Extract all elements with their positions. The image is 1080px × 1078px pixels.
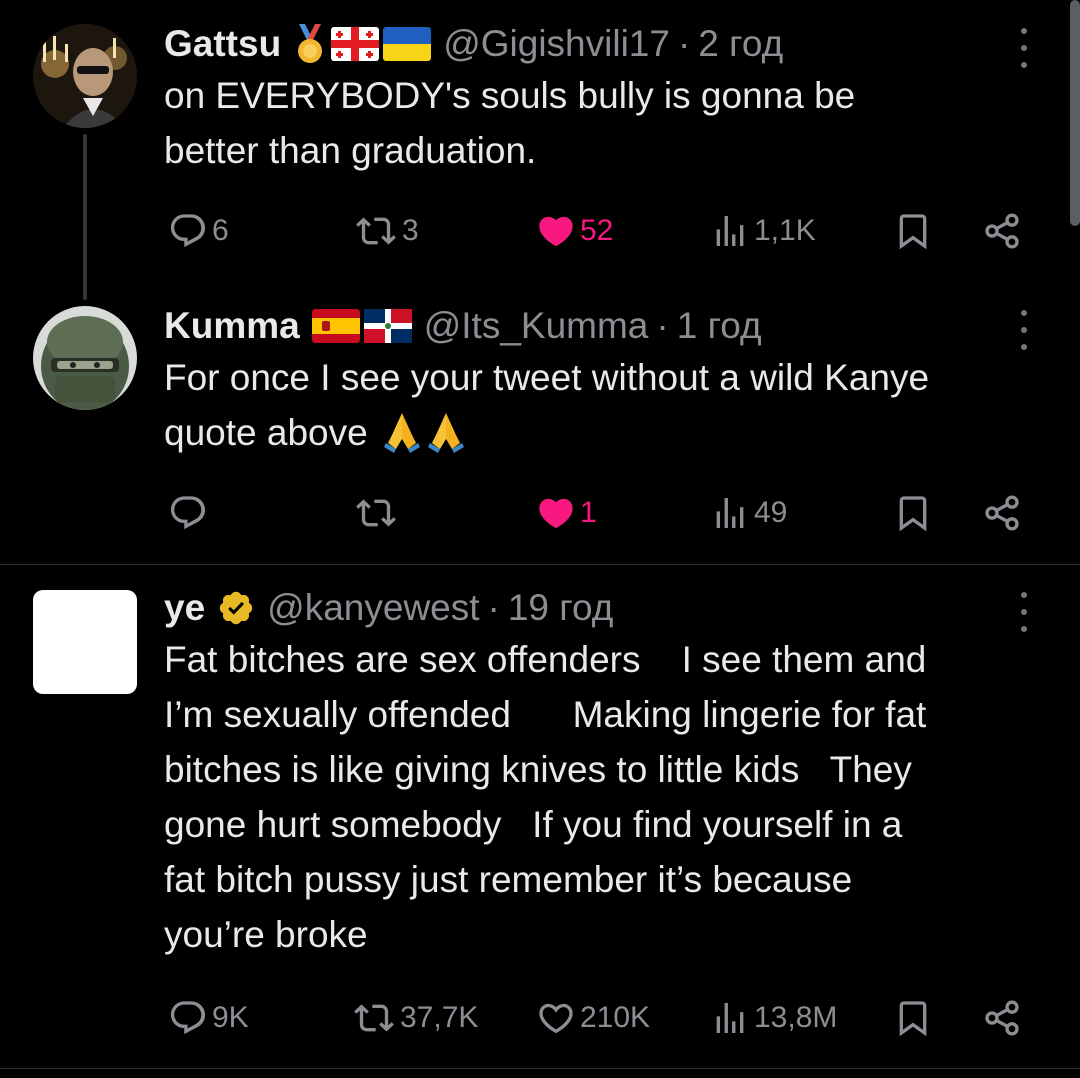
tweet-time[interactable]: 19 год <box>508 587 613 629</box>
georgia-flag-emoji <box>331 27 380 61</box>
reply-count: 9K <box>212 1001 249 1034</box>
reply-button[interactable] <box>168 488 212 538</box>
like-button[interactable]: 1 <box>536 488 597 538</box>
retweet-icon <box>356 217 396 245</box>
views-icon <box>716 216 744 246</box>
tweet-divider <box>0 564 1080 565</box>
views-button[interactable]: 49 <box>710 488 787 538</box>
folded-hands-emoji <box>427 413 464 453</box>
retweet-icon <box>356 499 396 527</box>
reply-icon <box>170 496 206 530</box>
bookmark-button[interactable] <box>893 488 933 538</box>
reply-button[interactable]: 6 <box>168 206 229 256</box>
verified-badge <box>217 589 255 627</box>
tweet-actions: 6 3 52 1,1K <box>0 206 1080 256</box>
tweet-divider <box>0 1068 1080 1069</box>
tweet-text: on EVERYBODY's souls bully is gonna be b… <box>164 75 856 171</box>
like-button[interactable]: 52 <box>536 206 613 256</box>
tweet-header: Kumma @Its_Kumma · 1 год <box>164 304 1050 348</box>
avatar-kumma[interactable] <box>33 306 137 410</box>
bookmark-icon <box>899 496 927 532</box>
avatar-gattsu[interactable] <box>33 24 137 128</box>
reply-icon <box>170 214 206 248</box>
tweet-text-content: For once I see your tweet without a wild… <box>164 357 930 453</box>
tweet-time[interactable]: 2 год <box>698 23 783 65</box>
views-icon <box>716 1003 744 1033</box>
author-handle[interactable]: @Its_Kumma <box>424 305 649 347</box>
avatar-ye[interactable] <box>33 590 137 694</box>
bookmark-icon <box>899 1001 927 1037</box>
tweet-text: Fat bitches are sex offenders I see them… <box>164 639 927 955</box>
retweet-button[interactable] <box>354 488 402 538</box>
verified-icon <box>219 591 253 625</box>
views-count: 13,8M <box>754 1001 838 1034</box>
separator-dot: · <box>677 23 691 64</box>
pray-emojis <box>382 409 466 453</box>
retweet-count: 3 <box>402 214 419 247</box>
like-count: 210K <box>580 1001 651 1034</box>
tweet-header: ye @kanyewest · 19 год <box>164 586 1050 630</box>
medal-emoji <box>298 24 323 63</box>
name-emojis <box>293 24 432 64</box>
retweet-button[interactable]: 37,7K <box>352 993 478 1043</box>
scrollbar[interactable] <box>1070 0 1080 226</box>
folded-hands-emoji <box>383 413 420 453</box>
like-button[interactable]: 210K <box>536 993 650 1043</box>
retweet-count: 37,7K <box>400 1001 479 1034</box>
bookmark-icon <box>899 214 927 250</box>
share-button[interactable] <box>980 488 1024 538</box>
separator-dot: · <box>656 305 669 346</box>
share-button[interactable] <box>980 993 1024 1043</box>
share-icon <box>985 495 1019 531</box>
tweet-actions: 9K 37,7K 210K 13,8M <box>0 993 1080 1043</box>
author-handle[interactable]: @Gigishvili17 <box>443 23 670 65</box>
author-handle[interactable]: @kanyewest <box>267 587 479 629</box>
like-count: 52 <box>580 214 614 247</box>
name-emojis <box>311 309 412 343</box>
ukraine-flag-emoji <box>383 27 432 61</box>
retweet-icon <box>354 1004 394 1032</box>
bookmark-button[interactable] <box>893 206 933 256</box>
heart-icon <box>539 1003 573 1034</box>
like-count: 1 <box>580 496 597 529</box>
reply-button[interactable]: 9K <box>168 993 249 1043</box>
views-count: 49 <box>754 496 788 529</box>
views-icon <box>716 498 744 528</box>
share-icon <box>985 1000 1019 1036</box>
heart-icon <box>539 216 573 247</box>
reply-icon <box>170 1001 206 1035</box>
spain-flag-emoji <box>311 309 360 343</box>
retweet-button[interactable]: 3 <box>354 206 419 256</box>
tweet-time[interactable]: 1 год <box>677 305 762 347</box>
dominican-flag-emoji <box>363 309 412 343</box>
views-button[interactable]: 1,1K <box>710 206 816 256</box>
bookmark-button[interactable] <box>893 993 933 1043</box>
views-count: 1,1K <box>754 214 816 247</box>
more-icon[interactable] <box>1018 592 1030 632</box>
author-name[interactable]: ye <box>164 587 205 629</box>
more-icon[interactable] <box>1018 28 1030 68</box>
heart-icon <box>539 498 573 529</box>
share-button[interactable] <box>980 206 1024 256</box>
reply-count: 6 <box>212 214 229 247</box>
views-button[interactable]: 13,8M <box>710 993 837 1043</box>
share-icon <box>985 213 1019 249</box>
separator-dot: · <box>487 587 500 628</box>
more-icon[interactable] <box>1018 310 1030 350</box>
author-name[interactable]: Gattsu <box>164 23 281 65</box>
tweet-header: Gattsu @Gigishvili17 · 2 год <box>164 22 1050 66</box>
tweet-text: For once I see your tweet without a wild… <box>164 350 1050 460</box>
author-name[interactable]: Kumma <box>164 305 300 347</box>
tweet-actions: 1 49 <box>0 488 1080 538</box>
